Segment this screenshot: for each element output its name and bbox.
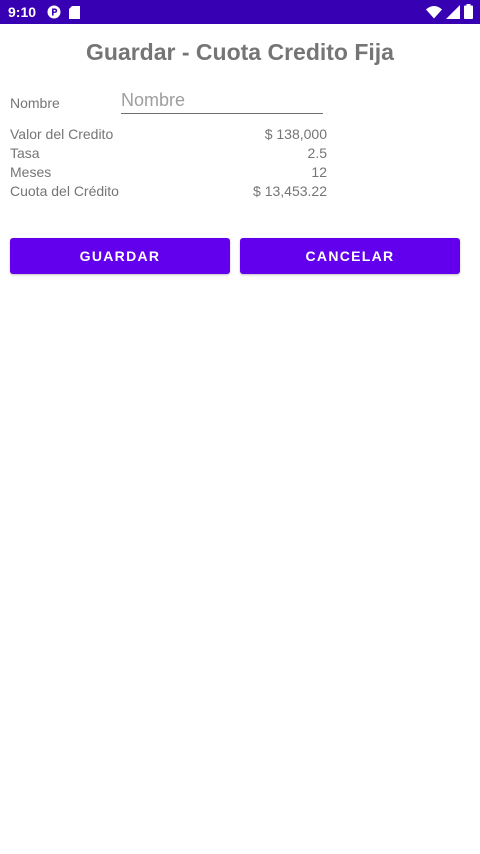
status-right-icons — [426, 4, 473, 19]
save-button[interactable]: GUARDAR — [10, 238, 230, 274]
name-input[interactable] — [121, 88, 323, 114]
page-title: Guardar - Cuota Credito Fija — [86, 39, 394, 65]
sd-card-icon — [69, 5, 80, 19]
app-notification-icon — [47, 5, 61, 19]
rate-label: Tasa — [10, 145, 40, 161]
name-label: Nombre — [10, 95, 60, 111]
status-left-icons — [47, 5, 80, 19]
loan-value-label: Valor del Credito — [10, 126, 114, 142]
months-value: 12 — [311, 164, 327, 180]
months-label: Meses — [10, 164, 52, 180]
status-bar: 9:10 — [0, 0, 480, 24]
wifi-icon — [426, 5, 442, 19]
status-time: 9:10 — [8, 4, 37, 20]
rate-value: 2.5 — [307, 145, 327, 161]
installment-value: $ 13,453.22 — [253, 183, 327, 199]
cellular-signal-icon — [446, 4, 460, 19]
cancel-button[interactable]: CANCELAR — [240, 238, 460, 274]
loan-value: $ 138,000 — [264, 126, 327, 142]
installment-label: Cuota del Crédito — [10, 183, 119, 199]
battery-icon — [464, 4, 473, 19]
